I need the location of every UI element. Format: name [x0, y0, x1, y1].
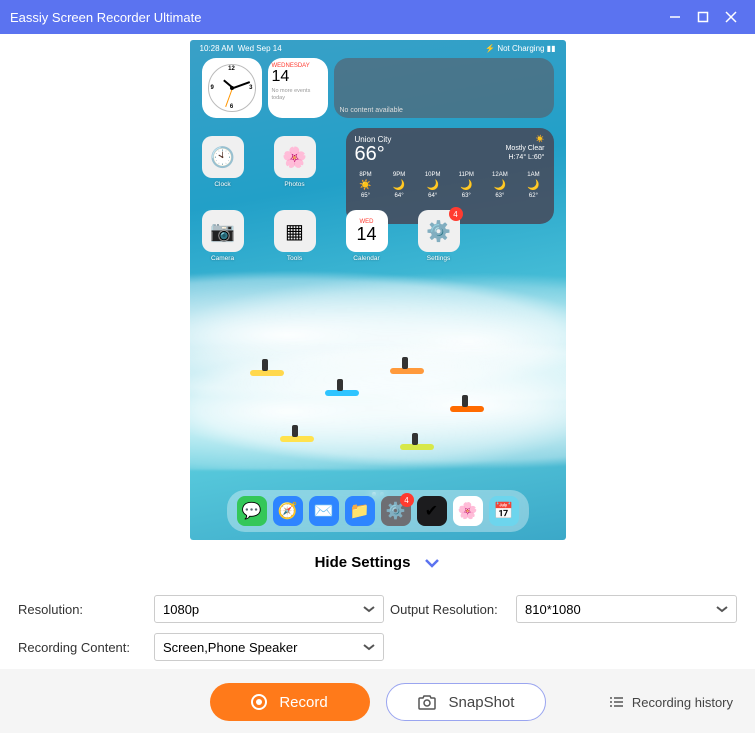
dock-mail[interactable]: ✉️ — [309, 496, 339, 526]
camera-icon — [417, 694, 437, 710]
dock-reminders[interactable]: ✔ — [417, 496, 447, 526]
app-title: Eassiy Screen Recorder Ultimate — [10, 10, 661, 25]
output-resolution-select[interactable]: 810*1080 — [516, 595, 737, 623]
app-camera[interactable]: 📷Camera — [202, 210, 244, 262]
output-resolution-label: Output Resolution: — [390, 602, 510, 617]
recording-content-select[interactable]: Screen,Phone Speaker — [154, 633, 384, 661]
chevron-down-icon — [424, 558, 440, 568]
app-clock[interactable]: 🕙Clock — [202, 136, 244, 188]
recording-history-label: Recording history — [632, 695, 733, 710]
dock-calendar[interactable]: 📅 — [489, 496, 519, 526]
list-icon — [608, 695, 624, 709]
close-button[interactable] — [717, 3, 745, 31]
snapshot-button[interactable]: SnapShot — [386, 683, 546, 721]
weather-hours: 8PM☀️65°9PM🌙64°10PM🌙64°11PM🌙63°12AM🌙63°1… — [355, 172, 545, 199]
hide-settings-label: Hide Settings — [315, 554, 411, 571]
hide-settings-toggle[interactable]: Hide Settings — [0, 540, 755, 585]
resolution-select[interactable]: 1080p — [154, 595, 384, 623]
record-button[interactable]: Record — [210, 683, 370, 721]
apps-row-2: 📷Camera ▦Tools WED14Calendar ⚙️4Settings — [202, 210, 460, 262]
recording-content-label: Recording Content: — [18, 640, 148, 655]
app-tools[interactable]: ▦Tools — [274, 210, 316, 262]
minimize-button[interactable] — [661, 3, 689, 31]
device-statusbar: 10:28 AM Wed Sep 14 ⚡ Not Charging ▮▮ — [200, 44, 556, 53]
snapshot-label: SnapShot — [449, 694, 515, 711]
resolution-label: Resolution: — [18, 602, 148, 617]
dock: 💬🧭✉️📁⚙️4✔🌸📅 — [227, 490, 529, 532]
bottom-bar: Record SnapShot Recording history — [0, 669, 755, 733]
app-photos[interactable]: 🌸Photos — [274, 136, 316, 188]
widgets-row: 12369 WEDNESDAY 14 No more events today … — [202, 58, 554, 118]
dock-photos[interactable]: 🌸 — [453, 496, 483, 526]
recording-history-link[interactable]: Recording history — [608, 695, 733, 710]
record-icon — [251, 694, 267, 710]
status-battery: ⚡ Not Charging ▮▮ — [485, 44, 555, 53]
dock-safari[interactable]: 🧭 — [273, 496, 303, 526]
titlebar: Eassiy Screen Recorder Ultimate — [0, 0, 755, 34]
apps-row-1: 🕙Clock 🌸Photos — [202, 136, 316, 188]
settings-panel: Resolution: 1080p Output Resolution: 810… — [0, 585, 755, 669]
app-settings[interactable]: ⚙️4Settings — [418, 210, 460, 262]
preview-area: 10:28 AM Wed Sep 14 ⚡ Not Charging ▮▮ 12… — [0, 34, 755, 540]
clock-widget: 12369 — [202, 58, 262, 118]
record-label: Record — [279, 694, 327, 711]
dock-messages[interactable]: 💬 — [237, 496, 267, 526]
dock-settings[interactable]: ⚙️4 — [381, 496, 411, 526]
blank-widget: No content available — [334, 58, 554, 118]
device-preview: 10:28 AM Wed Sep 14 ⚡ Not Charging ▮▮ 12… — [190, 40, 566, 540]
status-time: 10:28 AM Wed Sep 14 — [200, 44, 282, 53]
app-calendar[interactable]: WED14Calendar — [346, 210, 388, 262]
maximize-button[interactable] — [689, 3, 717, 31]
dock-files[interactable]: 📁 — [345, 496, 375, 526]
calendar-widget: WEDNESDAY 14 No more events today — [268, 58, 328, 118]
